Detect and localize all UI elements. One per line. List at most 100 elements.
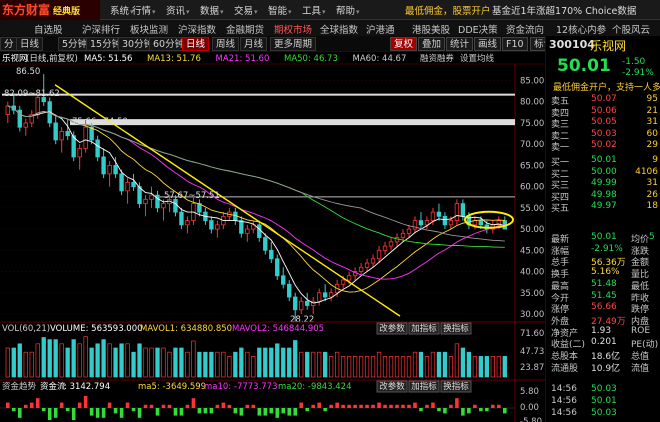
fund-bar xyxy=(17,408,22,418)
period-button-7[interactable]: 周线 xyxy=(212,37,240,51)
chart-tool-button-4[interactable]: F10 xyxy=(502,37,528,51)
account-ad-link[interactable]: 最低佣金开户，支持一人多 xyxy=(553,80,660,93)
volume-bar xyxy=(155,347,160,378)
candle-body xyxy=(287,283,292,298)
menu-item-1[interactable]: 行情 xyxy=(132,3,156,17)
market-tab-3[interactable]: 沪深指数 xyxy=(178,22,216,36)
volume-bar xyxy=(89,347,94,378)
candle-body xyxy=(322,292,328,298)
volume-bar xyxy=(311,351,316,378)
vol-value: VOLUME: 563593.000 xyxy=(50,324,143,334)
market-tab-4[interactable]: 金融期货 xyxy=(226,22,264,36)
chart-tool-button-3[interactable]: 画线 xyxy=(474,37,502,51)
fund-bar xyxy=(305,408,309,412)
ask-row[interactable]: 卖三 50.05 31 xyxy=(549,117,660,130)
market-tab-7[interactable]: 沪港通 xyxy=(366,22,395,36)
period-button-9[interactable]: 更多周期 xyxy=(270,37,317,51)
market-tab-0[interactable]: 自选股 xyxy=(34,22,63,36)
volume-bar xyxy=(47,339,52,378)
market-tab-6[interactable]: 全球指数 xyxy=(320,22,358,36)
price-annotation: 82.09~81.62 xyxy=(4,89,60,99)
price-annotation: 57.67~57.51 xyxy=(164,191,220,201)
bid-row[interactable]: 买三 49.99 31 xyxy=(549,178,660,191)
bid-row[interactable]: 买二 50.00 4106 xyxy=(549,167,660,180)
chart-tool-button-1[interactable]: 叠加 xyxy=(418,37,446,51)
price-change: -1.50 xyxy=(622,57,646,67)
bid-row[interactable]: 买五 49.97 18 xyxy=(549,201,660,214)
market-tab-10[interactable]: 资金流向 xyxy=(506,22,544,36)
candle-body xyxy=(65,131,70,137)
period-button-1[interactable]: 日线 xyxy=(16,37,44,51)
volume-bar xyxy=(149,347,154,378)
top-ad-link-2[interactable]: 基金近1年涨超170% Choice数据 xyxy=(492,3,636,17)
market-tab-8[interactable]: 港股美股 xyxy=(412,22,450,36)
ask-row[interactable]: 卖四 50.06 21 xyxy=(549,105,660,119)
ask-row[interactable]: 卖二 50.03 60 xyxy=(549,129,660,142)
fund-bar xyxy=(59,402,64,408)
menu-item-2[interactable]: 资讯 xyxy=(166,3,190,17)
vol-tick: 47.73 xyxy=(520,347,544,357)
bid-price: 49.98 xyxy=(591,189,617,200)
menu-item-7[interactable]: 帮助 xyxy=(336,3,360,17)
stat-label: 流通股 xyxy=(551,363,579,374)
candle-body xyxy=(161,203,166,209)
market-tab-12[interactable]: 个股风云 xyxy=(612,22,650,36)
volume-bar xyxy=(143,347,148,378)
candle-body xyxy=(436,211,442,217)
ask-price: 50.02 xyxy=(591,140,617,151)
candle-body xyxy=(269,249,274,260)
volume-bar xyxy=(287,347,292,378)
ask-row[interactable]: 卖一 50.02 29 xyxy=(549,140,660,153)
fund-bar xyxy=(11,408,16,412)
top-ad-link[interactable]: 最低佣金，股票开户 xyxy=(405,3,491,17)
period-button-0[interactable]: 分 xyxy=(0,37,18,51)
y-tick-label: 45.00 xyxy=(520,246,544,256)
volume-bar xyxy=(454,343,460,378)
market-tab-5[interactable]: 期权市场 xyxy=(274,22,312,36)
fund-bar xyxy=(371,404,375,408)
volume-bar xyxy=(29,351,34,378)
ask-price: 50.06 xyxy=(591,105,617,116)
fund-bar xyxy=(167,404,172,408)
market-tab-2[interactable]: 板块监测 xyxy=(130,22,168,36)
menu-item-0[interactable]: 系统 xyxy=(110,3,134,17)
volume-bar xyxy=(119,343,124,378)
stat-value: 5.16% xyxy=(591,267,620,278)
stock-code: 300104 xyxy=(549,38,595,51)
menu-item-4[interactable]: 交易 xyxy=(234,3,258,17)
fund-bar xyxy=(65,408,70,412)
bid-row[interactable]: 买四 49.98 26 xyxy=(549,189,660,203)
stat-value: 51.45 xyxy=(591,290,617,301)
chart-tool-button-0[interactable]: 复权 xyxy=(390,37,418,51)
period-button-8[interactable]: 月线 xyxy=(240,37,268,51)
ask-volume: 95 xyxy=(646,94,658,104)
market-tab-1[interactable]: 沪深排行 xyxy=(82,22,120,36)
fund-bar xyxy=(275,408,280,418)
bid-row[interactable]: 买一 50.01 9 xyxy=(549,155,660,168)
fund-bar xyxy=(407,404,411,408)
volume-bar xyxy=(233,351,238,378)
menu-item-6[interactable]: 工具 xyxy=(302,3,326,17)
candle-body xyxy=(59,131,64,141)
ask-row[interactable]: 卖五 50.07 95 xyxy=(549,94,660,107)
fund-bar xyxy=(53,408,58,418)
kline-chart[interactable]: 乐视网(日线,前复权) MA5: 51.56 MA13: 51.76 MA21: 51… xyxy=(0,52,545,422)
volume-bar xyxy=(257,347,262,378)
volume-bar xyxy=(472,356,478,378)
period-button-6[interactable]: 日线 xyxy=(182,37,210,51)
menu-item-5[interactable]: 智能 xyxy=(268,3,292,17)
fund-bar xyxy=(191,398,196,408)
candle-body xyxy=(143,198,148,205)
fund-bar xyxy=(323,408,327,412)
candle-body xyxy=(95,139,100,158)
menu-item-3[interactable]: 数据 xyxy=(200,3,224,17)
volume-bar xyxy=(400,356,406,378)
chart-tool-button-2[interactable]: 统计 xyxy=(446,37,474,51)
market-tab-9[interactable]: DDE决策 xyxy=(458,22,498,36)
tick-time: 14:56 xyxy=(551,396,577,406)
market-tab-11[interactable]: 12核心内参 xyxy=(556,22,606,36)
fund-bar xyxy=(443,408,447,414)
candle-body xyxy=(293,296,298,311)
stat-row: 今开 51.45 昨收 xyxy=(549,290,660,304)
ma-legend-item: MA5: 51.56 xyxy=(84,54,132,64)
